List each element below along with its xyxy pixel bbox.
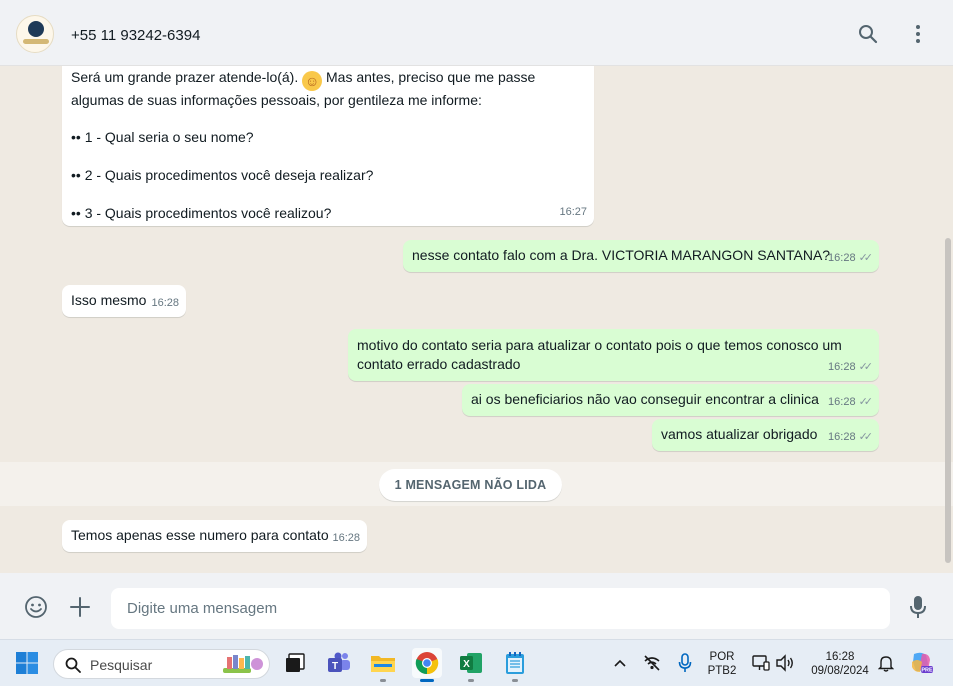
chrome-icon[interactable] [412,648,442,682]
running-indicator [380,679,386,682]
attach-plus-icon[interactable] [67,594,93,620]
notification-bell-icon[interactable] [871,648,901,678]
input-language-indicator[interactable]: POR PTB2 [704,650,740,678]
message-meta: 16:28 [151,294,179,313]
active-indicator [420,679,434,682]
message-text: Isso mesmo [71,292,147,308]
emoji-icon[interactable] [23,594,49,620]
message-list[interactable]: Será um grande prazer atende-lo(á). ☺ Ma… [0,66,953,573]
message-time: 16:28 [151,297,179,309]
message-meta: 16:28 ✓✓ [828,249,874,268]
message-time: 16:28 [828,396,856,408]
message-time: 16:28 [332,532,360,544]
taskbar-search-label: Pesquisar [90,657,153,673]
message-text-line: algumas de suas informações pessoais, po… [71,92,482,108]
file-explorer-icon[interactable] [368,648,398,682]
notepad-icon[interactable] [500,648,530,682]
message-meta: 16:28 ✓✓ [828,428,874,447]
running-indicator [468,679,474,682]
message-meta: 16:28 ✓✓ [828,358,874,377]
windows-start-icon[interactable] [12,648,42,678]
message-time: 16:28 [828,431,856,443]
speaker-volume-icon[interactable] [770,648,800,678]
svg-text:X: X [463,659,470,670]
contact-avatar[interactable] [16,15,54,53]
chat-header: +55 11 93242-6394 [0,0,953,66]
message-list-item: •• 3 - Quais procedimentos você realizou… [71,205,332,221]
unread-messages-badge: 1 MENSAGEM NÃO LIDA [379,469,562,501]
teams-icon[interactable]: T [324,648,354,678]
message-composer [0,573,953,639]
message-list-item: •• 1 - Qual seria o seu nome? [71,129,254,145]
message-bubble-outgoing[interactable]: motivo do contato seria para atualizar o… [348,329,879,381]
keyboard-layout: PTB2 [707,665,737,677]
tray-chevron-up-icon[interactable] [605,648,635,678]
copilot-icon[interactable]: PRE [906,648,936,678]
double-check-icon: ✓✓ [858,252,874,264]
message-text: motivo do contato seria para atualizar o… [357,337,842,372]
smiling-face-emoji-icon: ☺ [302,71,323,91]
double-check-icon: ✓✓ [858,396,874,408]
message-text: nesse contato falo com a Dra. VICTORIA M… [412,247,831,263]
message-time: 16:27 [559,206,587,218]
message-list-item: •• 2 - Quais procedimentos você deseja r… [71,167,374,183]
contact-name[interactable]: +55 11 93242-6394 [71,27,200,44]
message-time: 16:28 [828,252,856,264]
message-text: ai os beneficiarios não vao conseguir en… [471,391,819,407]
message-text: Temos apenas esse numero para contato [71,527,329,543]
message-bubble-outgoing[interactable]: nesse contato falo com a Dra. VICTORIA M… [403,240,879,272]
message-bubble-incoming[interactable]: Temos apenas esse numero para contato 16… [62,520,367,552]
language-code: POR [709,651,735,663]
message-text: Será um grande prazer atende-lo(á). ☺ Ma… [71,69,536,91]
message-time: 16:28 [828,361,856,373]
message-meta: 16:28 [332,529,360,548]
taskbar-search[interactable]: Pesquisar [53,649,270,679]
menu-kebab-icon[interactable] [907,23,929,45]
double-check-icon: ✓✓ [858,431,874,443]
message-text: vamos atualizar obrigado [661,426,818,442]
svg-text:T: T [332,661,338,672]
double-check-icon: ✓✓ [858,361,874,373]
taskbar-clock[interactable]: 16:28 09/08/2024 [804,650,876,678]
message-meta: 16:27 [559,203,587,222]
svg-text:PRE: PRE [921,668,933,674]
running-indicator [512,679,518,682]
search-icon[interactable] [857,23,879,45]
message-bubble-outgoing[interactable]: ai os beneficiarios não vao conseguir en… [462,384,879,416]
message-bubble-incoming[interactable]: Isso mesmo 16:28 [62,285,186,317]
network-offline-icon[interactable] [637,648,667,678]
message-input[interactable] [111,588,890,629]
task-view-icon[interactable] [280,648,310,678]
microphone-icon[interactable] [905,594,931,620]
message-bubble-incoming[interactable]: Será um grande prazer atende-lo(á). ☺ Ma… [62,66,594,226]
search-highlight-books-icon [223,655,263,673]
message-bubble-outgoing[interactable]: vamos atualizar obrigado 16:28 ✓✓ [652,419,879,451]
chat-scrollbar-thumb[interactable] [945,238,951,563]
search-icon [65,657,81,673]
clock-date: 09/08/2024 [811,665,869,677]
avatar-logo-script [23,39,49,44]
microphone-tray-icon[interactable] [670,648,700,678]
clock-time: 16:28 [825,651,855,663]
avatar-logo-mark [28,21,44,37]
message-meta: 16:28 ✓✓ [828,393,874,412]
windows-taskbar: Pesquisar T X POR PTB2 16:28 09/08/2024 … [0,639,953,686]
excel-icon[interactable]: X [456,648,486,682]
